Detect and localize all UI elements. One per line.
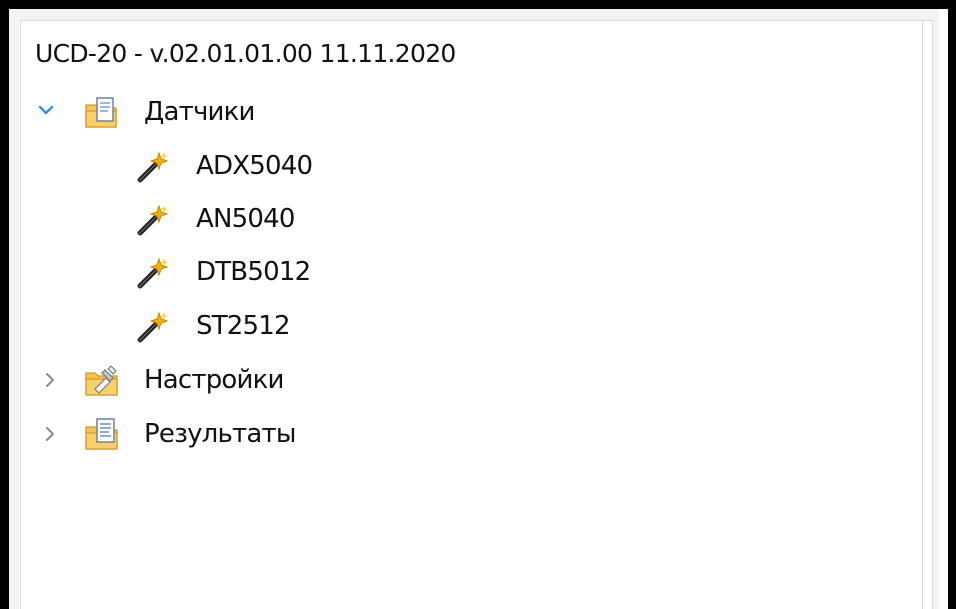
- folder-results-icon: [82, 414, 122, 454]
- tree-item-datchiki[interactable]: Датчики: [34, 91, 354, 135]
- tree-item-label: Результаты: [144, 419, 296, 449]
- tree-item-an5040[interactable]: AN5040: [133, 198, 373, 242]
- tree-item-label: Датчики: [144, 97, 255, 127]
- tree-item-dtb5012[interactable]: DTB5012: [133, 251, 373, 295]
- magic-wand-icon: [133, 202, 171, 240]
- folder-document-icon: [82, 94, 120, 132]
- tree-root[interactable]: UCD-20 - v.02.01.01.00 11.11.2020: [35, 31, 456, 75]
- tree-item-label: ADX5040: [196, 151, 313, 181]
- root-label: UCD-20 - v.02.01.01.00 11.11.2020: [35, 38, 456, 68]
- tree-item-results[interactable]: Результаты: [34, 412, 364, 456]
- chevron-right-icon[interactable]: [41, 425, 59, 443]
- tree-item-settings[interactable]: Настройки: [34, 358, 364, 402]
- tree-item-adx5040[interactable]: ADX5040: [133, 145, 373, 189]
- magic-wand-icon: [133, 255, 171, 293]
- tree-item-label: AN5040: [196, 204, 295, 234]
- vertical-divider: [922, 20, 923, 609]
- folder-settings-icon: [82, 360, 122, 400]
- tree-item-label: DTB5012: [196, 257, 311, 287]
- magic-wand-icon: [133, 309, 171, 347]
- chevron-right-icon[interactable]: [41, 371, 59, 389]
- tree-item-st2512[interactable]: ST2512: [133, 305, 373, 349]
- magic-wand-icon: [133, 149, 171, 187]
- tree-item-label: ST2512: [196, 311, 291, 341]
- tree-item-label: Настройки: [144, 365, 284, 395]
- chevron-down-icon[interactable]: [37, 101, 55, 119]
